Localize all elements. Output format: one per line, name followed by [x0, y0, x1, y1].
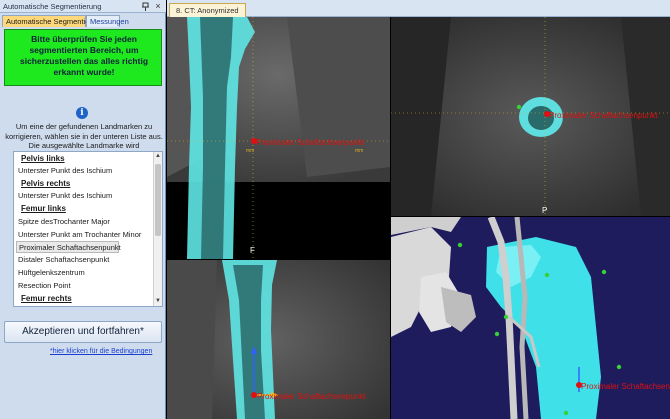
list-item[interactable]: Unterster Punkt am Trochanter Minor	[16, 229, 152, 241]
coronal-orientation-label: F	[250, 246, 255, 255]
list-item[interactable]: Hüftgelenkszentrum	[16, 267, 152, 279]
terms-link[interactable]: *hier klicken für die Bedingungen	[50, 348, 152, 355]
tab-automatische-segmentierung[interactable]: Automatische Segmentierung	[2, 15, 104, 27]
list-scrollbar[interactable]: ▲ ▼	[153, 152, 162, 306]
list-item[interactable]: Spitze desTrochanter Major	[16, 216, 152, 228]
scroll-thumb[interactable]	[155, 164, 161, 236]
viewer-area: Proximaler Schaftachsenpunkt mm mm F Pro…	[167, 17, 670, 419]
sagittal-view[interactable]: Proximaler Schaftachsenpunkt	[167, 260, 390, 419]
list-item[interactable]: Distaler Schaftachsenpunkt	[16, 254, 152, 266]
coronal-mm-label-right: mm	[355, 148, 363, 154]
coronal-mm-label-left: mm	[246, 148, 254, 154]
list-header-femur-rechts: Femur rechts	[21, 294, 72, 303]
scroll-up-icon[interactable]: ▲	[154, 152, 162, 161]
document-tab[interactable]: 8. CT: Anonymized	[169, 3, 246, 17]
accept-continue-button[interactable]: Akzeptieren und fortfahren*	[4, 321, 162, 343]
viewer-titlebar: 8. CT: Anonymized	[167, 0, 670, 17]
close-icon[interactable]: ×	[153, 1, 163, 11]
status-message: Bitte überprüfen Sie jeden segmentierten…	[19, 34, 149, 77]
info-icon: i	[76, 107, 88, 119]
axial-view[interactable]: Proximaler Schaftachsenpunkt P	[391, 17, 670, 216]
panel-title: Automatische Segmentierung	[3, 2, 102, 11]
pin-icon[interactable]	[141, 2, 150, 11]
list-item[interactable]: Unterster Punkt des Ischium	[16, 190, 152, 202]
landmark-list[interactable]: Pelvis links Unterster Punkt des Ischium…	[13, 151, 163, 307]
coronal-landmark-label: Proximaler Schaftachsenpunkt	[256, 138, 365, 147]
axial-orientation-label: P	[542, 206, 547, 215]
list-item[interactable]: Resection Point	[16, 280, 152, 292]
axial-landmark-label: Proximaler Schaftachsenpunkt	[549, 111, 658, 120]
panel-tabs: Automatische Segmentierung Messungen	[0, 14, 166, 27]
list-header-femur-links: Femur links	[21, 204, 66, 213]
list-header-pelvis-links: Pelvis links	[21, 154, 65, 163]
list-item-selected[interactable]: Proximaler Schaftachsenpunkt	[16, 241, 121, 253]
status-message-box: Bitte überprüfen Sie jeden segmentierten…	[4, 29, 162, 86]
segmentation-panel: Automatische Segmentierung × Automatisch…	[0, 0, 166, 419]
panel-titlebar: Automatische Segmentierung ×	[0, 0, 166, 13]
scroll-down-icon[interactable]: ▼	[154, 297, 162, 306]
info-text: Um eine der gefundenen Landmarken zu kor…	[5, 122, 163, 150]
list-item[interactable]: Unterster Punkt des Ischium	[16, 165, 152, 177]
coronal-view[interactable]: Proximaler Schaftachsenpunkt mm mm F	[167, 17, 390, 259]
3d-landmark-label: Proximaler Schaftachsenpunkt	[581, 382, 670, 391]
3d-view[interactable]: Proximaler Schaftachsenpunkt	[391, 217, 670, 419]
tab-messungen[interactable]: Messungen	[86, 15, 129, 27]
sagittal-landmark-label: Proximaler Schaftachsenpunkt	[257, 392, 366, 401]
list-header-pelvis-rechts: Pelvis rechts	[21, 179, 71, 188]
